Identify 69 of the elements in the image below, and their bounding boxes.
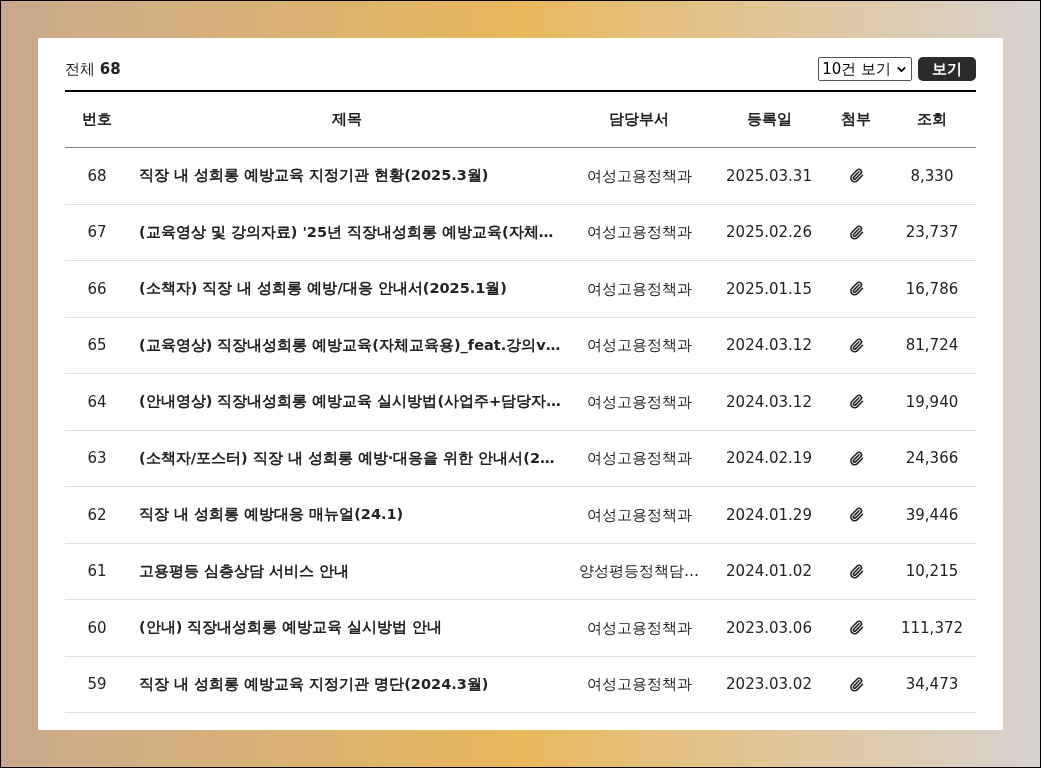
paperclip-icon[interactable]: [848, 168, 864, 184]
views-cell-text: 111,372: [900, 617, 964, 639]
view-button[interactable]: 보기: [918, 57, 976, 81]
views-cell-text: 81,724: [904, 335, 960, 356]
post-title-link[interactable]: (안내) 직장내성희롱 예방교육 실시방법 안내: [139, 619, 443, 636]
paperclip-icon[interactable]: [848, 281, 864, 297]
views-cell-text: 34,473: [904, 674, 960, 695]
column-header: 번호: [81, 109, 113, 131]
post-title-link[interactable]: (소책자/포스터) 직장 내 성희롱 예방·대응을 위한 안내서(2…: [139, 449, 555, 466]
column-header: 첨부: [840, 109, 872, 131]
post-title-link[interactable]: (안내영상) 직장내성희롱 예방교육 실시방법(사업주+담당자…: [139, 393, 561, 410]
views-cell-text: 16,786: [904, 278, 960, 300]
date-cell-text: 2023.03.06: [725, 617, 813, 639]
column-header: 조회: [916, 109, 948, 131]
post-title-link[interactable]: (교육영상 및 강의자료) '25년 직장내성희롱 예방교육(자체…: [139, 223, 554, 240]
department-cell-text: 여성고용정책과: [585, 504, 693, 526]
row-number: 62: [86, 504, 108, 526]
views-cell-text: 10,215: [904, 561, 960, 582]
row-number: 60: [86, 617, 108, 639]
views-cell-text: 8,330: [909, 165, 955, 187]
date-cell-text: 2025.01.15: [725, 278, 813, 300]
department-cell-text: 여성고용정책과: [585, 222, 693, 243]
views-cell-text: 24,366: [904, 448, 960, 469]
date-cell-text: 2025.02.26: [725, 222, 813, 243]
row-number: 68: [86, 165, 108, 187]
date-cell-text: 2023.03.02: [725, 674, 813, 695]
row-number: 67: [86, 222, 108, 243]
post-title-link[interactable]: 직장 내 성희롱 예방교육 지정기관 명단(2024.3월): [139, 675, 489, 692]
views-cell-text: 23,737: [904, 222, 960, 243]
row-number: 66: [86, 278, 108, 300]
date-cell-text: 2024.01.29: [725, 504, 813, 526]
views-cell-text: 39,446: [904, 504, 960, 526]
page-size-select[interactable]: 10건 보기: [818, 57, 912, 81]
row-number: 65: [86, 335, 108, 356]
department-cell-text: 양성평등정책담…: [578, 561, 700, 582]
date-cell-text: 2024.03.12: [725, 335, 813, 356]
views-cell-text: 19,940: [904, 391, 960, 413]
column-header: 담당부서: [608, 109, 670, 131]
date-cell-text: 2025.03.31: [725, 165, 813, 187]
paperclip-icon[interactable]: [848, 224, 864, 240]
column-header: 등록일: [745, 109, 793, 131]
post-title-link[interactable]: (교육영상) 직장내성희롱 예방교육(자체교육용)_feat.강의v…: [139, 336, 561, 353]
row-number: 64: [86, 391, 108, 413]
date-cell-text: 2024.01.02: [725, 561, 813, 582]
paperclip-icon[interactable]: [848, 620, 864, 636]
post-title-link[interactable]: (소책자) 직장 내 성희롱 예방/대응 안내서(2025.1월): [139, 280, 507, 297]
paperclip-icon[interactable]: [848, 337, 864, 353]
department-cell-text: 여성고용정책과: [585, 448, 693, 469]
row-number: 63: [86, 448, 108, 469]
row-number: 59: [86, 674, 108, 695]
department-cell-text: 여성고용정책과: [585, 335, 693, 356]
paperclip-icon[interactable]: [848, 507, 864, 523]
paperclip-icon[interactable]: [848, 450, 864, 466]
row-number: 61: [86, 561, 108, 582]
department-cell-text: 여성고용정책과: [585, 165, 693, 187]
department-cell-text: 여성고용정책과: [585, 391, 693, 413]
paperclip-icon[interactable]: [848, 563, 864, 579]
post-title-link[interactable]: 고용평등 심층상담 서비스 안내: [139, 562, 350, 579]
date-cell-text: 2024.03.12: [725, 391, 813, 413]
post-title-link[interactable]: 직장 내 성희롱 예방교육 지정기관 현황(2025.3월): [139, 167, 489, 184]
post-title-link[interactable]: 직장 내 성희롱 예방대응 매뉴얼(24.1): [139, 506, 404, 523]
department-cell-text: 여성고용정책과: [585, 278, 693, 300]
department-cell-text: 여성고용정책과: [585, 674, 693, 695]
paperclip-icon[interactable]: [848, 394, 864, 410]
department-cell-text: 여성고용정책과: [585, 617, 693, 639]
total-count: 전체 68: [65, 58, 121, 80]
paperclip-icon[interactable]: [848, 676, 864, 692]
column-header: 제목: [330, 109, 363, 131]
date-cell-text: 2024.02.19: [725, 448, 813, 469]
